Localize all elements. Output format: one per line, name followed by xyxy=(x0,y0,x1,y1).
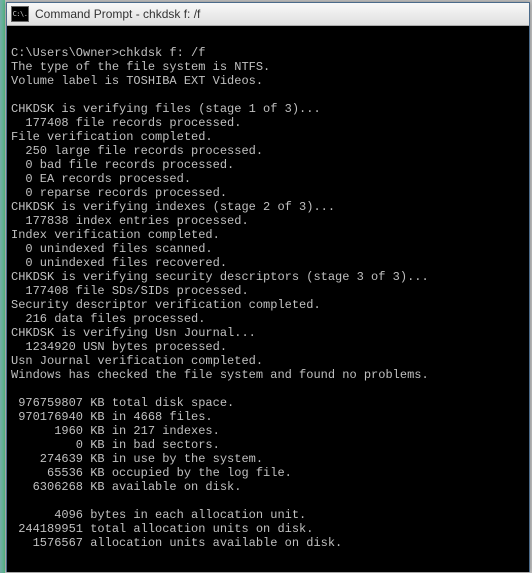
command-prompt-window: C:\. Command Prompt - chkdsk f: /f C:\Us… xyxy=(6,2,530,572)
terminal-line: Index verification completed. xyxy=(11,228,527,242)
terminal-line: 6306268 KB available on disk. xyxy=(11,480,527,494)
terminal-line: The type of the file system is NTFS. xyxy=(11,60,527,74)
terminal-line: 0 unindexed files recovered. xyxy=(11,256,527,270)
terminal-line: Windows has checked the file system and … xyxy=(11,368,527,382)
terminal-line: CHKDSK is verifying security descriptors… xyxy=(11,270,527,284)
terminal-line: Security descriptor verification complet… xyxy=(11,298,527,312)
left-accent xyxy=(0,0,5,573)
terminal-line: 976759807 KB total disk space. xyxy=(11,396,527,410)
terminal-line: 4096 bytes in each allocation unit. xyxy=(11,508,527,522)
terminal-line: 244189951 total allocation units on disk… xyxy=(11,522,527,536)
terminal-line: 0 KB in bad sectors. xyxy=(11,438,527,452)
titlebar[interactable]: C:\. Command Prompt - chkdsk f: /f xyxy=(7,3,529,26)
terminal-line: File verification completed. xyxy=(11,130,527,144)
terminal-line: 0 unindexed files scanned. xyxy=(11,242,527,256)
terminal-line: 177408 file records processed. xyxy=(11,116,527,130)
terminal-line: 1576567 allocation units available on di… xyxy=(11,536,527,550)
cmd-icon: C:\. xyxy=(11,6,29,22)
terminal-line xyxy=(11,494,527,508)
window-title: Command Prompt - chkdsk f: /f xyxy=(35,7,200,21)
terminal-line: 274639 KB in use by the system. xyxy=(11,452,527,466)
terminal-line: 0 EA records processed. xyxy=(11,172,527,186)
terminal-output: C:\Users\Owner>chkdsk f: /fThe type of t… xyxy=(7,26,529,572)
terminal-line: Volume label is TOSHIBA EXT Videos. xyxy=(11,74,527,88)
terminal-line: 250 large file records processed. xyxy=(11,144,527,158)
terminal-line: 1234920 USN bytes processed. xyxy=(11,340,527,354)
terminal-line xyxy=(11,32,527,46)
terminal-line: 1960 KB in 217 indexes. xyxy=(11,424,527,438)
terminal-line: CHKDSK is verifying files (stage 1 of 3)… xyxy=(11,102,527,116)
terminal-line: C:\Users\Owner>chkdsk f: /f xyxy=(11,46,527,60)
terminal-line: 65536 KB occupied by the log file. xyxy=(11,466,527,480)
terminal-line: 177838 index entries processed. xyxy=(11,214,527,228)
terminal-line: CHKDSK is verifying Usn Journal... xyxy=(11,326,527,340)
terminal-line: Usn Journal verification completed. xyxy=(11,354,527,368)
terminal-line: 0 reparse records processed. xyxy=(11,186,527,200)
terminal-line: 216 data files processed. xyxy=(11,312,527,326)
terminal-line: 177408 file SDs/SIDs processed. xyxy=(11,284,527,298)
terminal-line: 970176940 KB in 4668 files. xyxy=(11,410,527,424)
terminal-line xyxy=(11,88,527,102)
terminal-line: 0 bad file records processed. xyxy=(11,158,527,172)
terminal-line xyxy=(11,382,527,396)
terminal-line: CHKDSK is verifying indexes (stage 2 of … xyxy=(11,200,527,214)
